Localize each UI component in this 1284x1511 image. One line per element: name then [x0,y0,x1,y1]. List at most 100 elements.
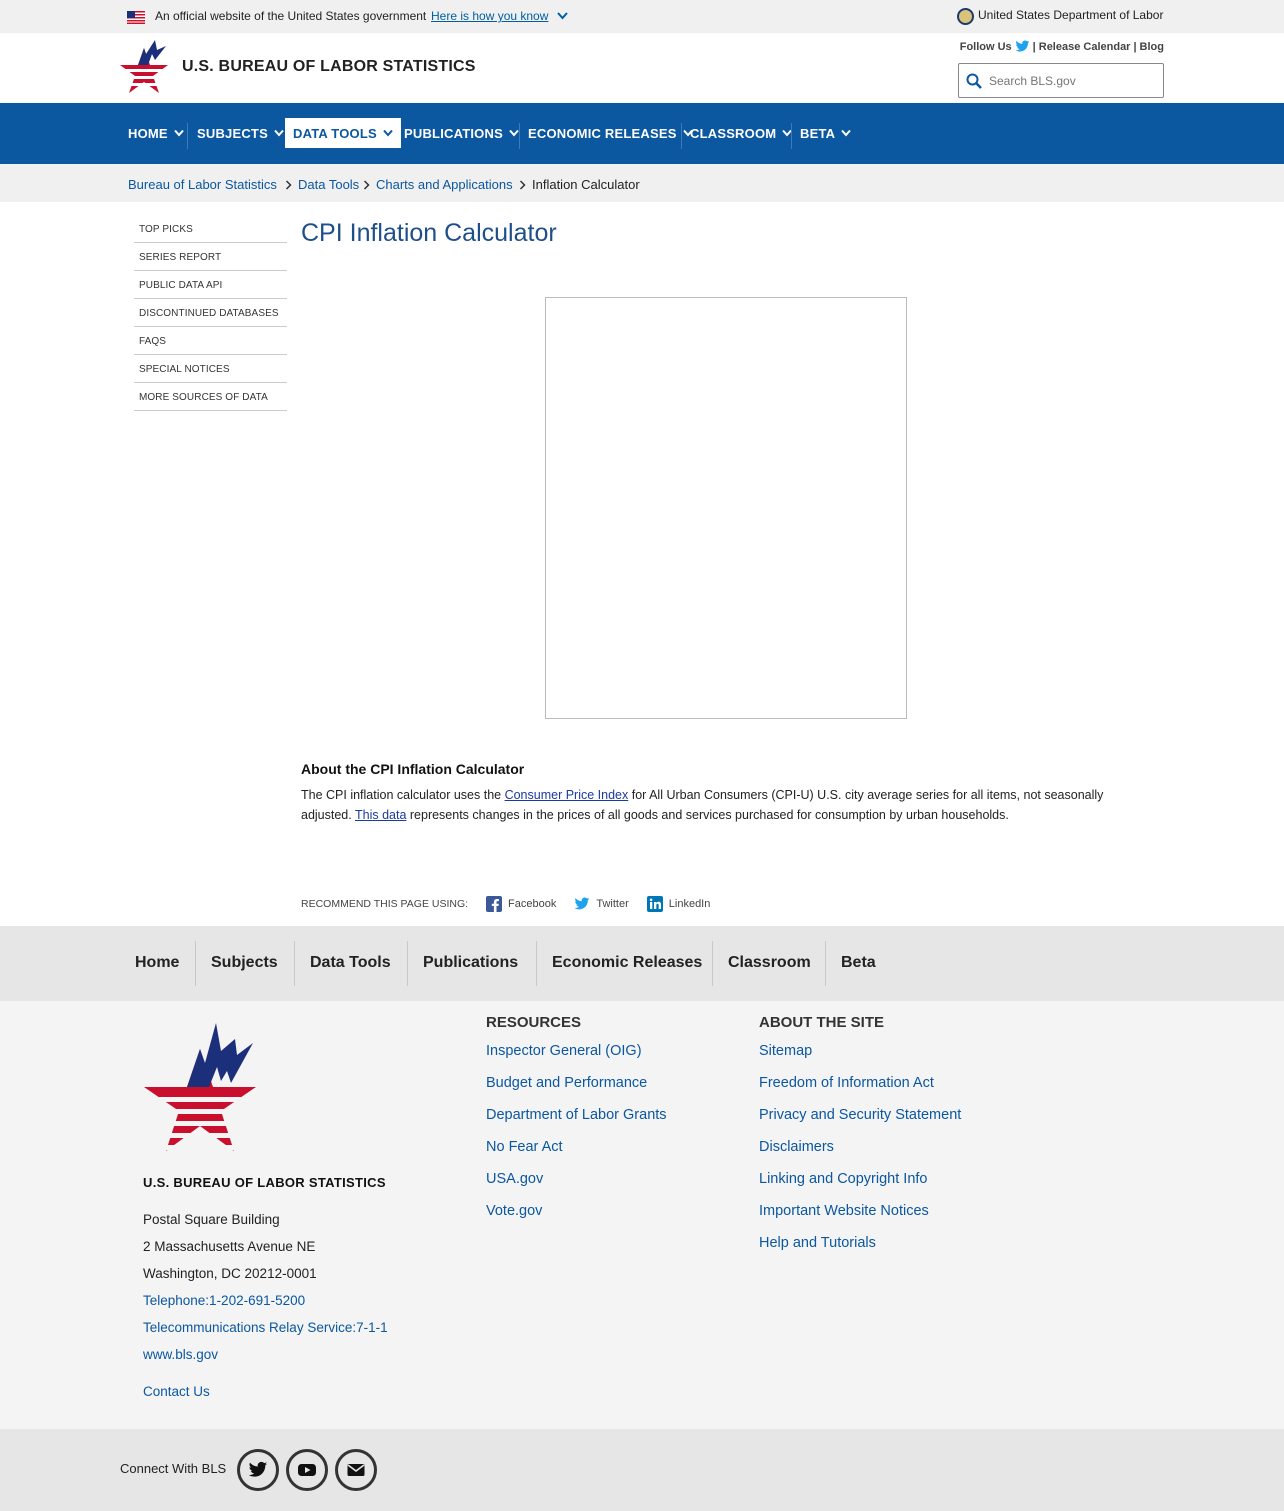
separator: | [1133,40,1137,53]
sidebar-item-more-sources[interactable]: MORE SOURCES OF DATA [134,383,287,411]
resource-link[interactable]: Budget and Performance [486,1075,647,1091]
nav-economic-releases[interactable]: ECONOMIC RELEASES [520,118,701,148]
address-line: Postal Square Building [143,1212,280,1227]
breadcrumb-data-tools[interactable]: Data Tools [298,177,359,192]
bls-logo-icon[interactable] [119,38,169,93]
nav-label: ECONOMIC RELEASES [528,125,677,141]
share-label: Facebook [508,898,557,910]
resource-link[interactable]: No Fear Act [486,1139,563,1155]
telephone-link[interactable]: Telephone:1-202-691-5200 [143,1293,305,1308]
release-calendar-link[interactable]: Release Calendar [1039,41,1131,53]
share-label: LinkedIn [668,898,711,910]
follow-bar: Follow Us | Release Calendar | Blog [960,40,1164,53]
cpi-link[interactable]: Consumer Price Index [505,788,629,802]
footer-nav-publications[interactable]: Publications [423,954,518,972]
search-icon[interactable] [966,73,982,89]
breadcrumb-charts-applications[interactable]: Charts and Applications [376,177,513,192]
chevron-right-icon [363,180,370,190]
twitter-icon [248,1461,268,1477]
search-input[interactable] [989,64,1159,97]
sidebar-item-faqs[interactable]: FAQS [134,327,287,355]
footer-nav-divider [712,941,713,986]
resource-link[interactable]: Inspector General (OIG) [486,1043,642,1059]
website-link[interactable]: www.bls.gov [143,1347,218,1362]
sidebar-item-series-report[interactable]: SERIES REPORT [134,243,287,271]
dol-link[interactable]: United States Department of Labor [978,8,1163,22]
about-site-link[interactable]: Freedom of Information Act [759,1075,934,1091]
blog-link[interactable]: Blog [1140,41,1164,53]
share-facebook[interactable]: Facebook [486,896,556,912]
inflation-calculator-frame[interactable] [545,297,907,719]
resource-link[interactable]: Vote.gov [486,1203,542,1219]
footer-nav-economic-releases[interactable]: Economic Releases [552,954,702,972]
connect-email-button[interactable] [335,1449,377,1491]
nav-divider [187,123,188,149]
breadcrumb: Bureau of Labor Statistics Data Tools Ch… [0,164,1284,202]
resource-link[interactable]: Department of Labor Grants [486,1107,667,1123]
site-title[interactable]: U.S. BUREAU OF LABOR STATISTICS [182,58,476,76]
linkedin-icon [646,896,663,912]
us-flag-icon [127,11,145,24]
sidebar-item-top-picks[interactable]: TOP PICKS [134,215,287,243]
footer-nav-home[interactable]: Home [135,954,179,972]
about-site-heading: ABOUT THE SITE [759,1014,885,1031]
share-label: Twitter [596,898,629,910]
share-twitter[interactable]: Twitter [574,896,629,912]
recommend-label: RECOMMEND THIS PAGE USING: [301,898,469,910]
nav-classroom[interactable]: CLASSROOM [682,118,800,148]
footer-nav-subjects[interactable]: Subjects [211,954,278,972]
contact-us-link[interactable]: Contact Us [143,1384,210,1399]
nav-label: SUBJECTS [197,125,268,141]
nav-publications[interactable]: PUBLICATIONS [396,118,527,148]
connect-twitter-button[interactable] [237,1449,279,1491]
connect-youtube-button[interactable] [286,1449,328,1491]
footer-nav: Home Subjects Data Tools Publications Ec… [0,926,1284,1001]
youtube-icon [298,1464,316,1476]
nav-home[interactable]: HOME [120,118,192,148]
this-data-link[interactable]: This data [355,808,406,822]
about-site-link[interactable]: Linking and Copyright Info [759,1171,927,1187]
footer-nav-divider [536,941,537,986]
address-line: Washington, DC 20212-0001 [143,1266,317,1281]
about-text: represents changes in the prices of all … [406,808,1009,822]
about-site-link[interactable]: Disclaimers [759,1139,834,1155]
chevron-down-icon [841,129,851,137]
chevron-down-icon [274,129,284,137]
footer-org-name: U.S. BUREAU OF LABOR STATISTICS [143,1175,386,1190]
footer-nav-beta[interactable]: Beta [841,954,876,972]
nav-subjects[interactable]: SUBJECTS [189,118,292,148]
resource-link[interactable]: USA.gov [486,1171,543,1187]
site-footer: U.S. BUREAU OF LABOR STATISTICS Postal S… [0,1001,1284,1429]
about-text: The CPI inflation calculator uses the [301,788,505,802]
page-title: CPI Inflation Calculator [301,219,557,247]
about-heading: About the CPI Inflation Calculator [301,761,525,777]
recommend-bar: RECOMMEND THIS PAGE USING: Facebook Twit… [301,896,728,912]
sidebar-item-discontinued-databases[interactable]: DISCONTINUED DATABASES [134,299,287,327]
breadcrumb-current: Inflation Calculator [532,177,640,192]
how-you-know-link[interactable]: Here is how you know [431,9,548,23]
footer-nav-data-tools[interactable]: Data Tools [310,954,391,972]
nav-data-tools[interactable]: DATA TOOLS [285,118,401,148]
about-site-link[interactable]: Important Website Notices [759,1203,929,1219]
gov-banner-text: An official website of the United States… [155,9,427,23]
twitter-icon[interactable] [1015,40,1030,53]
share-linkedin[interactable]: LinkedIn [646,896,711,912]
about-site-link[interactable]: Privacy and Security Statement [759,1107,961,1123]
about-site-link[interactable]: Sitemap [759,1043,812,1059]
search-box[interactable] [958,63,1164,98]
sidebar-item-special-notices[interactable]: SPECIAL NOTICES [134,355,287,383]
chevron-right-icon [285,180,292,190]
site-header: U.S. BUREAU OF LABOR STATISTICS Follow U… [0,33,1284,103]
about-site-link[interactable]: Help and Tutorials [759,1235,876,1251]
chevron-down-icon [509,129,519,137]
chevron-down-icon[interactable] [556,10,569,22]
footer-nav-divider [294,941,295,986]
nav-label: CLASSROOM [690,125,777,141]
sidebar-item-public-data-api[interactable]: PUBLIC DATA API [134,271,287,299]
breadcrumb-bls[interactable]: Bureau of Labor Statistics [128,177,277,192]
nav-beta[interactable]: BETA [792,118,859,148]
footer-nav-classroom[interactable]: Classroom [728,954,811,972]
official-gov-banner: An official website of the United States… [0,0,1284,33]
dol-seal-icon [957,8,974,25]
relay-service-link[interactable]: Telecommunications Relay Service:7-1-1 [143,1320,388,1335]
